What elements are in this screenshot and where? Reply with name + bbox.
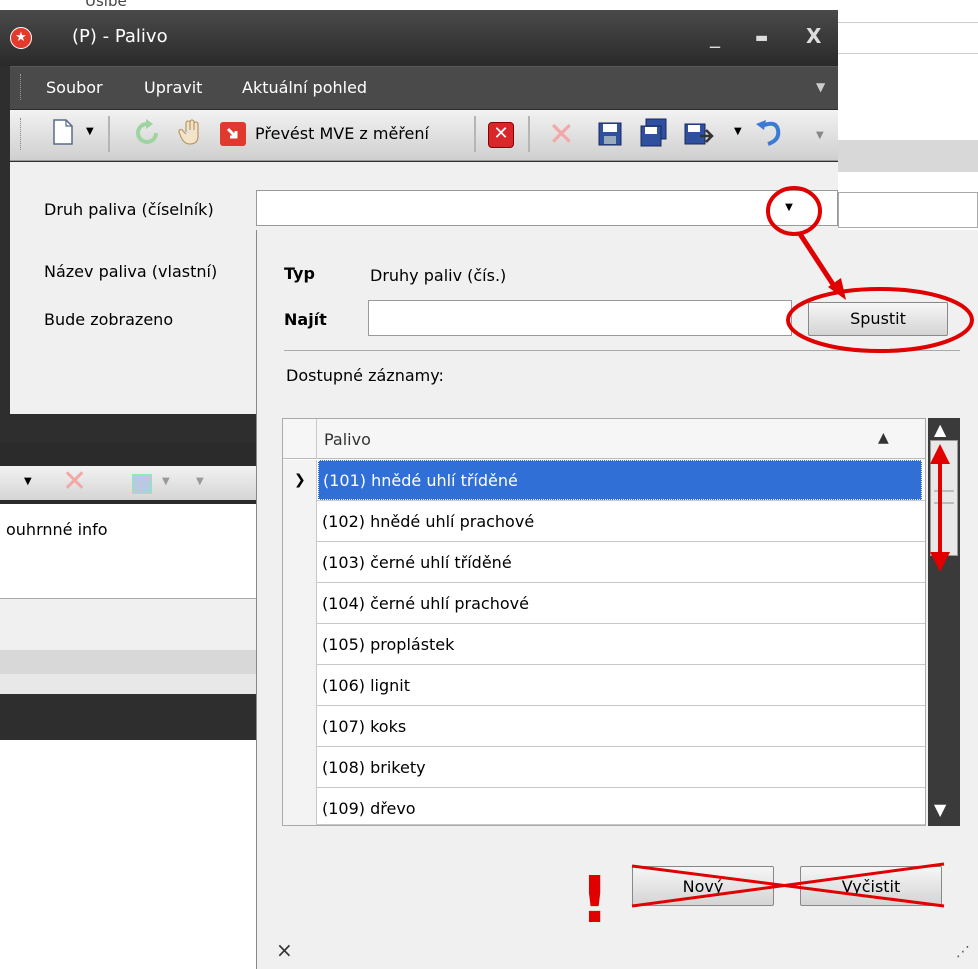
- annotation-scroll-arrow-up: [930, 444, 950, 464]
- annotation-overlay: [631, 186, 974, 908]
- annotation-arrow-line: [797, 232, 841, 294]
- annotation-scroll-arrow-down: [930, 552, 950, 572]
- annotation-exclamation: !: [580, 864, 610, 938]
- annotation-circle-combo-button: [766, 186, 822, 236]
- annotation-circle-spustit: [786, 287, 974, 353]
